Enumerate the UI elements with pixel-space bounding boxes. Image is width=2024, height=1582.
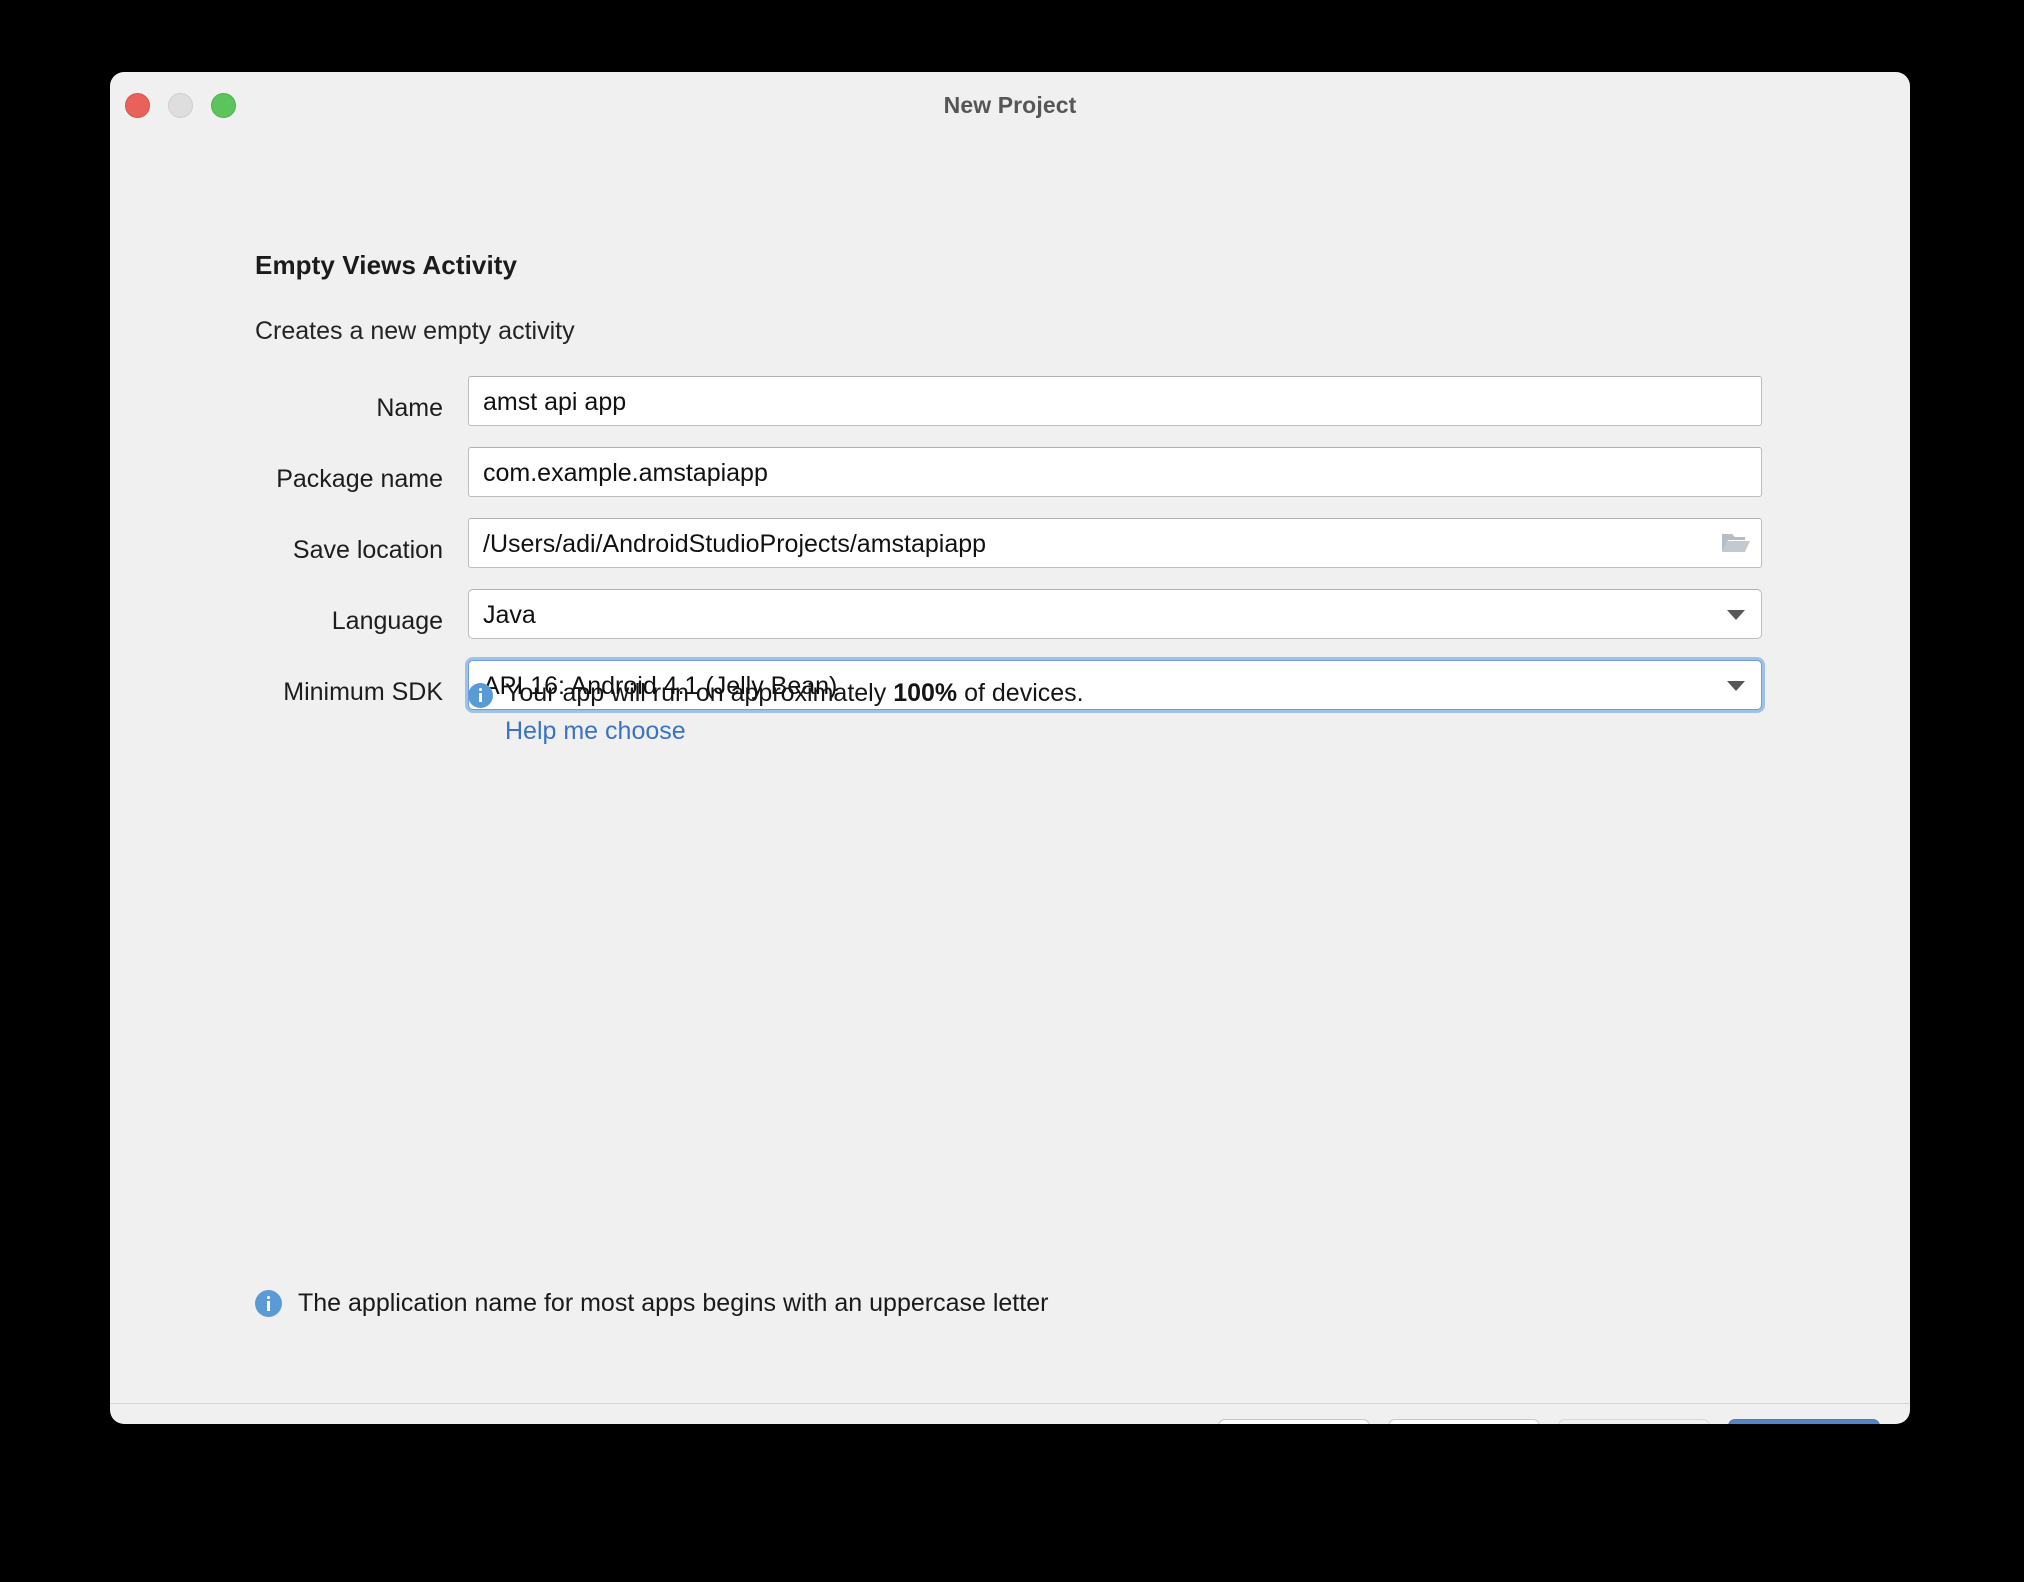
window-title: New Project: [943, 92, 1077, 118]
name-label: Name: [376, 394, 443, 422]
template-description: Creates a new empty activity: [255, 317, 575, 345]
minimum-sdk-label: Minimum SDK: [283, 678, 443, 706]
info-icon: [468, 683, 493, 708]
sdk-coverage-percent: 100%: [893, 679, 958, 707]
form-row-save-location: Save location /Users/adi/AndroidStudioPr…: [110, 518, 1910, 589]
package-name-label: Package name: [276, 465, 443, 493]
chevron-down-icon: [1727, 610, 1745, 620]
save-location-input-value: /Users/adi/AndroidStudioProjects/amstapi…: [483, 530, 987, 558]
name-input-value: amst api app: [483, 388, 627, 416]
save-location-label: Save location: [292, 536, 443, 564]
finish-button[interactable]: Finish: [1728, 1418, 1880, 1424]
help-me-choose-link[interactable]: Help me choose: [505, 717, 686, 746]
form-row-name: Name amst api app: [110, 376, 1910, 447]
sdk-coverage-text: Your app will run on approximately 100% …: [505, 679, 1084, 708]
next-button: Next: [1558, 1418, 1710, 1424]
new-project-dialog: New Project Empty Views Activity Creates…: [110, 72, 1910, 1424]
language-dropdown[interactable]: Java: [468, 589, 1762, 639]
form-row-language: Language Java: [110, 589, 1910, 660]
status-message-text: The application name for most apps begin…: [298, 1289, 1049, 1317]
sdk-coverage-info: Your app will run on approximately 100% …: [468, 679, 1768, 745]
info-icon: [255, 1290, 282, 1317]
save-location-input[interactable]: /Users/adi/AndroidStudioProjects/amstapi…: [468, 518, 1762, 568]
package-name-input[interactable]: com.example.amstapiapp: [468, 447, 1762, 497]
form-row-package-name: Package name com.example.amstapiapp: [110, 447, 1910, 518]
dialog-content: Empty Views Activity Creates a new empty…: [110, 134, 1910, 1424]
package-name-input-value: com.example.amstapiapp: [483, 459, 768, 487]
dialog-button-bar: Cancel Previous Next Finish: [110, 1404, 1910, 1424]
browse-folder-button[interactable]: [1712, 520, 1760, 566]
project-form: Name amst api app Package name com.examp…: [110, 376, 1910, 731]
status-message-bar: The application name for most apps begin…: [255, 1289, 1048, 1318]
sdk-coverage-text-before: Your app will run on approximately: [505, 679, 894, 707]
name-input[interactable]: amst api app: [468, 376, 1762, 426]
window-titlebar: New Project: [110, 72, 1910, 134]
template-heading: Empty Views Activity: [255, 250, 518, 280]
cancel-button[interactable]: Cancel: [1218, 1418, 1370, 1424]
language-dropdown-value: Java: [483, 601, 536, 629]
language-label: Language: [331, 607, 443, 635]
previous-button[interactable]: Previous: [1388, 1418, 1540, 1424]
sdk-coverage-text-after: of devices.: [957, 679, 1084, 707]
folder-icon: [1722, 534, 1750, 552]
